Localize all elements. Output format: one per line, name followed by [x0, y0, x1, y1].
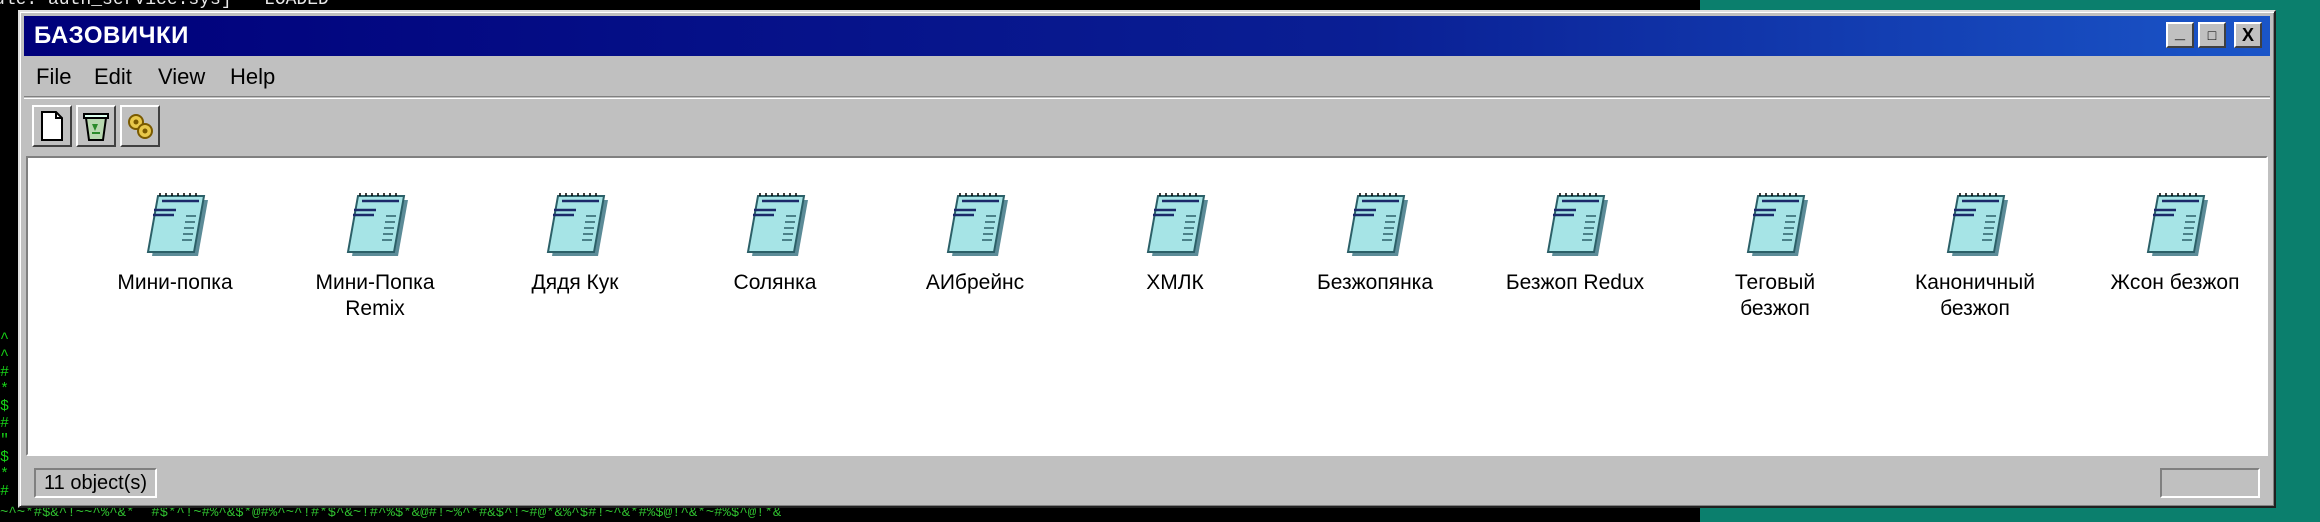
terminal-line: ule: auth_service.sys] - LOADED [0, 0, 329, 10]
close-icon: X [2241, 25, 2254, 45]
notepad-icon [346, 192, 410, 258]
file-label: Дядя Кук [531, 271, 619, 294]
notepad-icon [746, 192, 810, 258]
status-bar: 11 object(s) [24, 462, 2270, 502]
title-bar[interactable]: БАЗОВИЧКИ _ □ X [24, 16, 2270, 56]
file-item[interactable]: Дядя Кук [490, 192, 660, 296]
file-list: Мини-попка Мини-Попка Remix Дядя Кук Сол… [26, 156, 2268, 456]
window-title: БАЗОВИЧКИ [34, 22, 189, 49]
notepad-icon [1346, 192, 1410, 258]
notepad-icon [946, 192, 1010, 258]
file-label: Безжоп Redux [1505, 271, 1645, 294]
file-item[interactable]: Мини-попка [90, 192, 260, 296]
file-item[interactable]: Безжопянка [1290, 192, 1460, 296]
settings-button[interactable] [120, 105, 160, 147]
file-label: Теговый безжоп [1734, 271, 1816, 320]
file-label: Солянка [733, 271, 817, 294]
close-button[interactable]: X [2234, 22, 2262, 48]
file-label: Мини-попка [117, 271, 233, 294]
minimize-button[interactable]: _ [2166, 22, 2194, 48]
file-item[interactable]: Жсон безжоп [2090, 192, 2260, 296]
menu-help[interactable]: Help [230, 64, 275, 90]
notepad-icon [1546, 192, 1610, 258]
file-item[interactable]: ХМЛК [1090, 192, 1260, 296]
notepad-icon [1946, 192, 2010, 258]
menu-file[interactable]: File [36, 64, 71, 90]
file-label: Безжопянка [1316, 271, 1434, 294]
settings-icon [128, 114, 153, 139]
menu-edit[interactable]: Edit [94, 64, 132, 90]
object-count: 11 object(s) [34, 468, 158, 498]
notepad-icon [146, 192, 210, 258]
notepad-icon [1746, 192, 1810, 258]
recycle-bin-button[interactable] [76, 105, 116, 147]
file-item[interactable]: Каноничный безжоп [1890, 192, 2060, 322]
file-item[interactable]: Безжоп Redux [1490, 192, 1660, 296]
maximize-icon: □ [2207, 27, 2217, 43]
explorer-window: БАЗОВИЧКИ _ □ X File Edit View Help Мини… [18, 10, 2276, 508]
new-document-icon [41, 111, 63, 141]
notepad-icon [546, 192, 610, 258]
file-label: Жсон безжоп [2110, 271, 2240, 294]
file-label: Каноничный безжоп [1915, 271, 2035, 320]
maximize-button[interactable]: □ [2198, 22, 2226, 48]
notepad-icon [2146, 192, 2210, 258]
notepad-icon [1146, 192, 1210, 258]
file-item[interactable]: Солянка [690, 192, 860, 296]
file-item[interactable]: Теговый безжоп [1690, 192, 1860, 322]
file-label: ХМЛК [1146, 271, 1204, 294]
toolbar [24, 98, 2270, 153]
new-document-button[interactable] [32, 105, 72, 147]
menu-bar: File Edit View Help [24, 58, 2270, 97]
file-item[interactable]: АИбрейнс [890, 192, 1060, 296]
recycle-bin-icon [83, 113, 109, 141]
file-label: АИбрейнс [925, 271, 1025, 294]
file-item[interactable]: Мини-Попка Remix [290, 192, 460, 322]
file-label: Мини-Попка Remix [315, 271, 435, 320]
menu-view[interactable]: View [158, 64, 205, 90]
minimize-icon: _ [2174, 22, 2185, 42]
status-panel [2160, 468, 2260, 498]
